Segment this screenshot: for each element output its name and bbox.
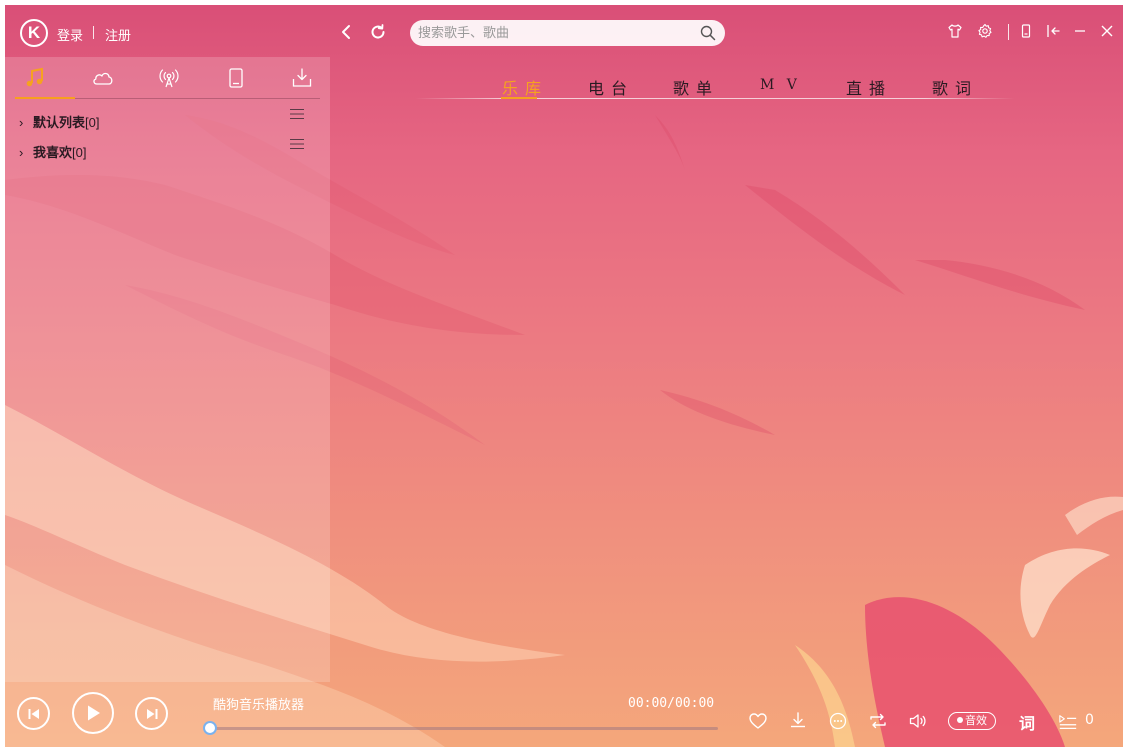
tab-mv[interactable]: M V <box>760 77 801 93</box>
progress-knob[interactable] <box>203 721 217 735</box>
search-box <box>410 20 725 46</box>
chevron-right-icon: › <box>19 145 24 160</box>
song-title: 酷狗音乐播放器 <box>213 698 305 713</box>
playlist-queue-icon[interactable] <box>1058 712 1078 732</box>
tab-active-indicator <box>501 97 537 99</box>
music-note-icon[interactable] <box>23 67 47 89</box>
queue-count: 0 <box>1085 712 1094 728</box>
app-logo[interactable]: K <box>20 19 48 47</box>
back-icon[interactable] <box>338 23 356 41</box>
search-icon[interactable] <box>700 25 716 41</box>
cloud-icon[interactable] <box>91 67 115 89</box>
next-icon <box>146 708 157 719</box>
search-input[interactable] <box>418 23 688 43</box>
skin-shirt-icon[interactable] <box>947 23 963 39</box>
settings-gear-icon[interactable] <box>977 23 993 39</box>
playlist-count: [0] <box>72 145 87 160</box>
play-time: 00:00/00:00 <box>628 696 715 711</box>
previous-button[interactable] <box>17 697 50 730</box>
mini-mode-icon[interactable] <box>1018 23 1034 39</box>
previous-icon <box>28 708 39 719</box>
volume-icon[interactable] <box>908 711 928 731</box>
divider <box>1008 24 1009 40</box>
music-player-window: K 登录 注册 ›默认列表[0] ›我喜欢[0] 乐库 电台 歌单 M V 直播… <box>5 5 1123 747</box>
playlist-menu-icon[interactable] <box>289 138 305 150</box>
radio-broadcast-icon[interactable] <box>157 67 181 89</box>
divider <box>93 26 94 39</box>
playlist-item-default[interactable]: › 默认列表[0] <box>19 112 99 131</box>
sound-effect-label: 音效 <box>965 714 987 727</box>
download-icon[interactable] <box>788 711 808 731</box>
download-icon[interactable] <box>290 67 314 89</box>
playlist-name: 默认列表 <box>33 115 86 130</box>
next-button[interactable] <box>135 697 168 730</box>
login-link[interactable]: 登录 <box>57 25 83 44</box>
sidebar: › 默认列表[0] › 我喜欢[0] <box>5 57 330 682</box>
heart-icon[interactable] <box>748 711 768 731</box>
sound-effect-dot-icon <box>957 717 963 723</box>
dock-collapse-icon[interactable] <box>1045 23 1061 39</box>
tab-music-library[interactable]: 乐库 <box>502 75 548 99</box>
progress-bar[interactable] <box>210 727 718 730</box>
refresh-icon[interactable] <box>369 23 387 41</box>
tab-live[interactable]: 直播 <box>846 75 892 99</box>
repeat-mode-icon[interactable] <box>868 711 888 731</box>
play-icon <box>88 705 100 721</box>
playlist-count: [0] <box>85 115 100 130</box>
close-icon[interactable] <box>1099 23 1115 39</box>
register-link[interactable]: 注册 <box>105 25 131 44</box>
playlist-name: 我喜欢 <box>33 145 73 160</box>
lyrics-button[interactable]: 词 <box>1019 710 1035 734</box>
minimize-icon[interactable] <box>1072 23 1088 39</box>
sound-effect-button[interactable]: 音效 <box>948 712 996 730</box>
playlist-menu-icon[interactable] <box>289 108 305 120</box>
chevron-right-icon: › <box>19 115 24 130</box>
play-button[interactable] <box>72 692 114 734</box>
tab-lyrics[interactable]: 歌词 <box>932 75 978 99</box>
tab-radio[interactable]: 电台 <box>588 75 634 99</box>
sidebar-tab-indicator <box>15 97 75 99</box>
playlist-item-favorites[interactable]: › 我喜欢[0] <box>19 142 86 161</box>
more-options-icon[interactable] <box>828 711 848 731</box>
device-icon[interactable] <box>224 67 248 89</box>
tab-playlists[interactable]: 歌单 <box>673 75 719 99</box>
